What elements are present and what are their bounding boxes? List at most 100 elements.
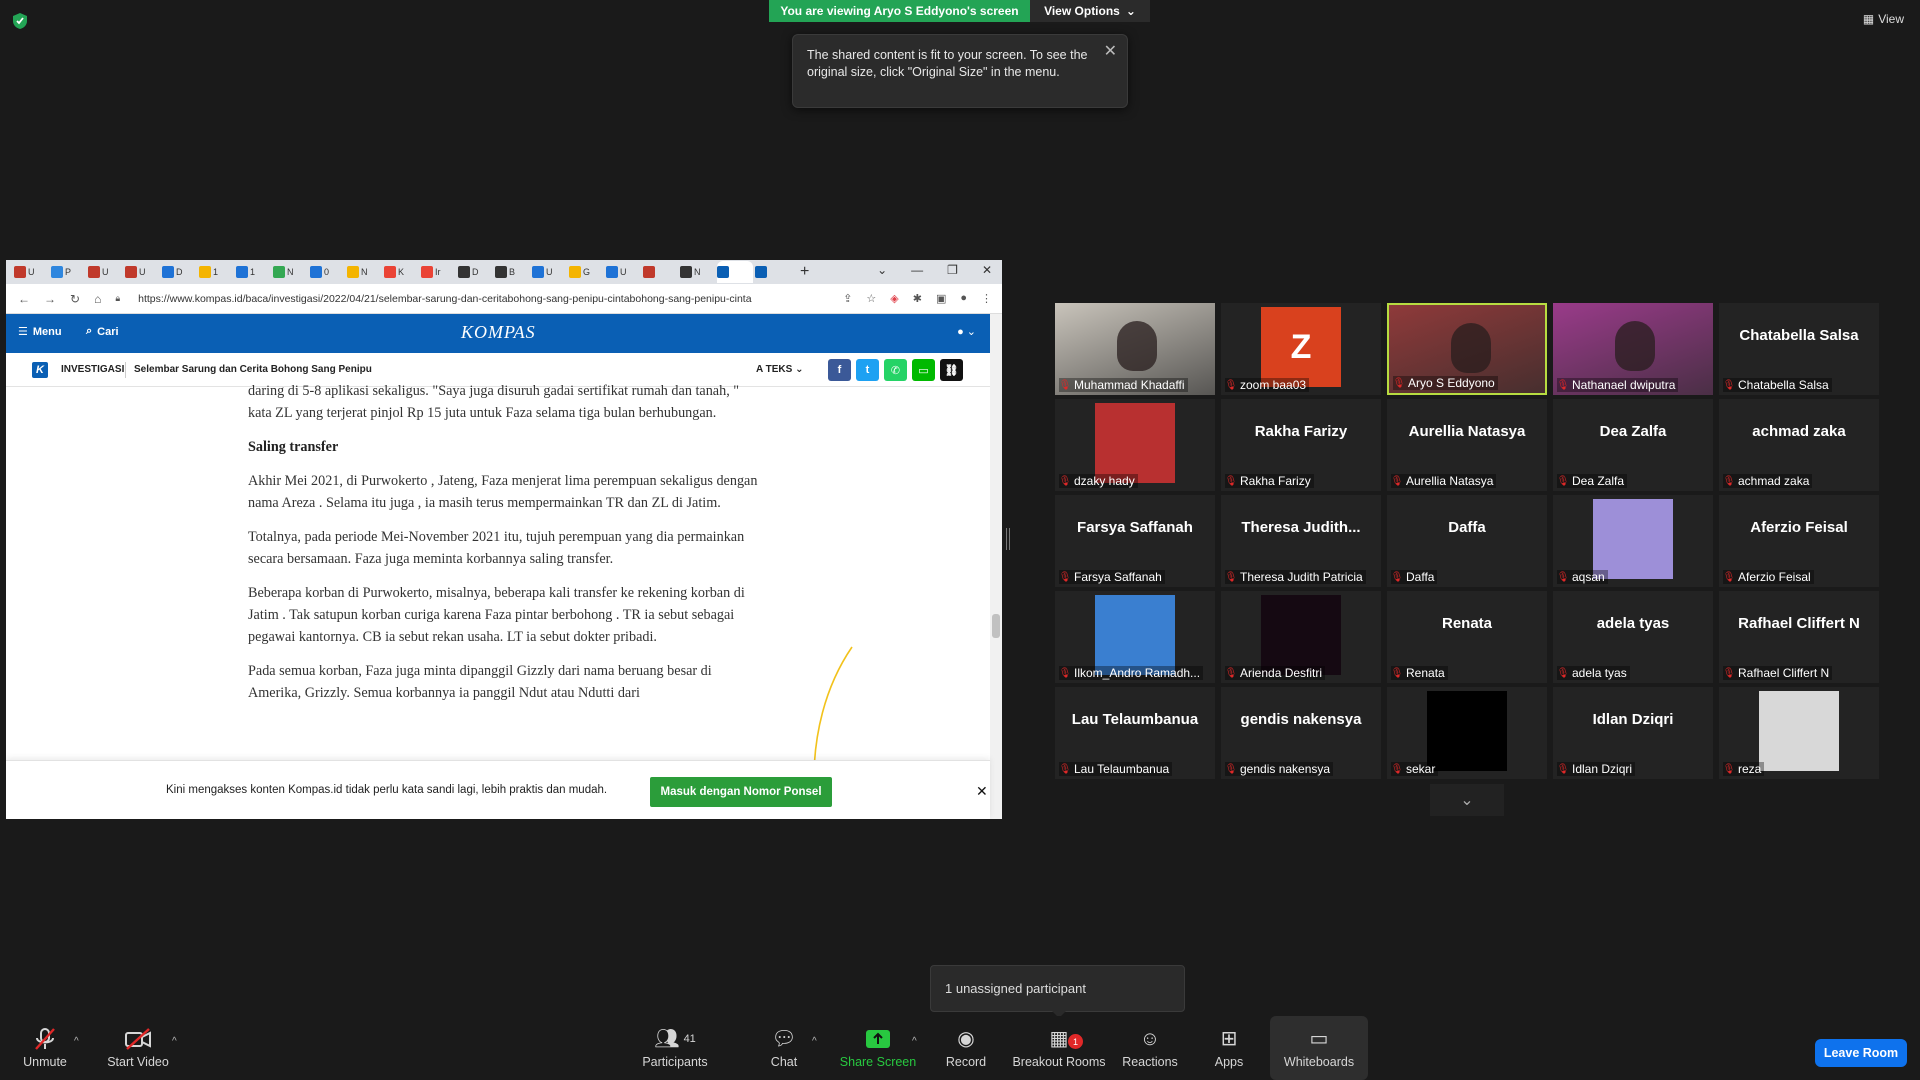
start-video-button[interactable]: Start Video <box>104 1016 172 1080</box>
browser-menu-icon[interactable]: ⋮ <box>981 292 992 305</box>
line-share-icon[interactable]: ▭ <box>912 359 935 381</box>
reactions-button[interactable]: ☺ Reactions <box>1122 1016 1178 1080</box>
whatsapp-share-icon[interactable]: ✆ <box>884 359 907 381</box>
new-tab-icon[interactable]: + <box>800 263 809 281</box>
participant-tile[interactable]: 🎙︎ Nathanael dwiputra <box>1553 303 1713 395</box>
facebook-share-icon[interactable]: f <box>828 359 851 381</box>
participant-tile[interactable]: 🎙︎ Ilkom_Andro Ramadh... <box>1055 591 1215 683</box>
bookmark-star-icon[interactable]: ☆ <box>866 292 876 305</box>
browser-tab[interactable]: G <box>569 263 604 281</box>
participant-tile[interactable]: Aferzio Feisal 🎙︎ Aferzio Feisal <box>1719 495 1879 587</box>
forward-icon[interactable]: → <box>44 292 56 306</box>
browser-tab[interactable]: U <box>606 263 641 281</box>
kompas-k-logo[interactable]: K <box>32 362 48 378</box>
browser-tab[interactable]: N <box>273 263 308 281</box>
apps-button[interactable]: ⊞ Apps <box>1210 1016 1248 1080</box>
share-screen-button[interactable]: Share Screen <box>838 1016 918 1080</box>
participant-tile[interactable]: Z 🎙︎ zoom baa03 <box>1221 303 1381 395</box>
leave-room-button[interactable]: Leave Room <box>1815 1039 1907 1067</box>
participant-tile[interactable]: gendis nakensya 🎙︎ gendis nakensya <box>1221 687 1381 779</box>
participant-tile[interactable]: Daffa 🎙︎ Daffa <box>1387 495 1547 587</box>
participant-tile[interactable]: Idlan Dziqri 🎙︎ Idlan Dziqri <box>1553 687 1713 779</box>
unassigned-participant-popup[interactable]: 1 unassigned participant <box>930 965 1185 1012</box>
url-field[interactable]: https://www.kompas.id/baca/investigasi/2… <box>138 293 751 305</box>
tab-search-icon[interactable]: ⌄ <box>877 263 887 277</box>
participant-tile[interactable]: 🎙︎ reza <box>1719 687 1879 779</box>
breakout-rooms-button[interactable]: ▦ Breakout Rooms <box>1012 1016 1106 1080</box>
whiteboards-button[interactable]: ▭ Whiteboards <box>1270 1016 1368 1080</box>
participant-tile[interactable]: achmad zaka 🎙︎ achmad zaka <box>1719 399 1879 491</box>
participant-tile[interactable]: Theresa Judith... 🎙︎ Theresa Judith Patric… <box>1221 495 1381 587</box>
browser-tab[interactable]: N <box>347 263 382 281</box>
video-options-caret-icon[interactable]: ^ <box>172 1036 177 1047</box>
participant-tile[interactable]: Rakha Farizy 🎙︎ Rakha Farizy <box>1221 399 1381 491</box>
participant-tile[interactable]: Farsya Saffanah 🎙︎ Farsya Saffanah <box>1055 495 1215 587</box>
participant-tile[interactable]: 🎙︎ sekar <box>1387 687 1547 779</box>
browser-tab[interactable]: 1 <box>236 263 271 281</box>
window-close-icon[interactable]: ✕ <box>982 263 992 277</box>
article-category[interactable]: INVESTIGASI <box>61 364 124 375</box>
minimize-icon[interactable]: — <box>911 263 923 277</box>
browser-tab[interactable] <box>755 263 790 281</box>
chat-options-caret-icon[interactable]: ^ <box>812 1036 817 1047</box>
browser-tab[interactable]: B <box>495 263 530 281</box>
home-icon[interactable]: ⌂ <box>94 292 101 306</box>
maximize-icon[interactable]: ❐ <box>947 263 958 277</box>
participant-tile[interactable]: Renata 🎙︎ Renata <box>1387 591 1547 683</box>
browser-tab[interactable]: U <box>532 263 567 281</box>
profile-avatar-icon[interactable]: ● <box>960 292 967 305</box>
share-icon[interactable]: ⇪ <box>843 292 852 305</box>
sidebar-icon[interactable]: ▣ <box>936 292 946 305</box>
participant-tile[interactable]: Chatabella Salsa 🎙︎ Chatabella Salsa <box>1719 303 1879 395</box>
view-options-button[interactable]: View Options ⌄ <box>1030 0 1150 22</box>
security-shield-icon[interactable] <box>12 12 28 30</box>
record-button[interactable]: ◉ Record <box>942 1016 990 1080</box>
browser-tab[interactable] <box>717 261 753 283</box>
browser-tab[interactable]: U <box>88 263 123 281</box>
pocket-icon[interactable]: ◈ <box>890 292 898 305</box>
browser-tab[interactable]: D <box>458 263 493 281</box>
back-icon[interactable]: ← <box>18 292 30 306</box>
close-icon[interactable]: ✕ <box>1104 41 1117 61</box>
browser-tab[interactable]: 1 <box>199 263 234 281</box>
chevron-down-icon[interactable]: ⌄ <box>1430 784 1504 816</box>
chat-button[interactable]: 💬︎ Chat <box>762 1016 806 1080</box>
browser-tab[interactable]: K <box>384 263 419 281</box>
audio-options-caret-icon[interactable]: ^ <box>74 1036 79 1047</box>
page-scrollbar[interactable] <box>990 314 1002 819</box>
participant-tile[interactable]: 🎙︎ Aryo S Eddyono <box>1387 303 1547 395</box>
view-button[interactable]: ▦ View <box>1863 12 1904 26</box>
copy-link-icon[interactable]: ⛓ <box>940 359 963 381</box>
participant-tile[interactable]: Lau Telaumbanua 🎙︎ Lau Telaumbanua <box>1055 687 1215 779</box>
reload-icon[interactable]: ↻ <box>70 292 80 306</box>
kompas-search-button[interactable]: ⌕ Cari <box>86 325 119 338</box>
kompas-logo[interactable]: KOMPAS <box>461 322 536 343</box>
participant-tile[interactable]: Aurellia Natasya 🎙︎ Aurellia Natasya <box>1387 399 1547 491</box>
participant-tile[interactable]: 🎙︎ dzaky hady <box>1055 399 1215 491</box>
close-icon[interactable]: ✕ <box>976 783 988 800</box>
browser-tab[interactable]: D <box>162 263 197 281</box>
browser-tab[interactable]: Ir <box>421 263 456 281</box>
share-options-caret-icon[interactable]: ^ <box>912 1036 917 1047</box>
user-account-icon[interactable]: ● ⌄ <box>957 325 976 338</box>
participant-tile[interactable]: Rafhael Cliffert N 🎙︎ Rafhael Cliffert N <box>1719 591 1879 683</box>
participant-tile[interactable]: adela tyas 🎙︎ adela tyas <box>1553 591 1713 683</box>
participant-tile[interactable]: 🎙︎ Arienda Desfitri <box>1221 591 1381 683</box>
participant-tile[interactable]: Dea Zalfa 🎙︎ Dea Zalfa <box>1553 399 1713 491</box>
extensions-icon[interactable]: ✱ <box>913 292 922 305</box>
unmute-button[interactable]: Unmute <box>16 1016 74 1080</box>
browser-tab[interactable]: P <box>51 263 86 281</box>
participants-button[interactable]: 👥︎ 41 Participants <box>640 1016 710 1080</box>
browser-tab[interactable]: N <box>680 263 715 281</box>
browser-tab[interactable]: U <box>125 263 160 281</box>
kompas-menu-button[interactable]: ☰ Menu <box>18 325 62 339</box>
participant-tile[interactable]: 🎙︎ aqsan <box>1553 495 1713 587</box>
text-size-button[interactable]: A TEKS ⌄ <box>756 364 803 375</box>
participant-tile[interactable]: 🎙︎ Muhammad Khadaffi <box>1055 303 1215 395</box>
browser-tab[interactable]: 0 <box>310 263 345 281</box>
browser-tab[interactable] <box>643 263 678 281</box>
twitter-share-icon[interactable]: t <box>856 359 879 381</box>
browser-tab[interactable]: U <box>14 263 49 281</box>
login-phone-button[interactable]: Masuk dengan Nomor Ponsel <box>650 777 832 807</box>
split-view-handle[interactable] <box>1006 528 1010 550</box>
